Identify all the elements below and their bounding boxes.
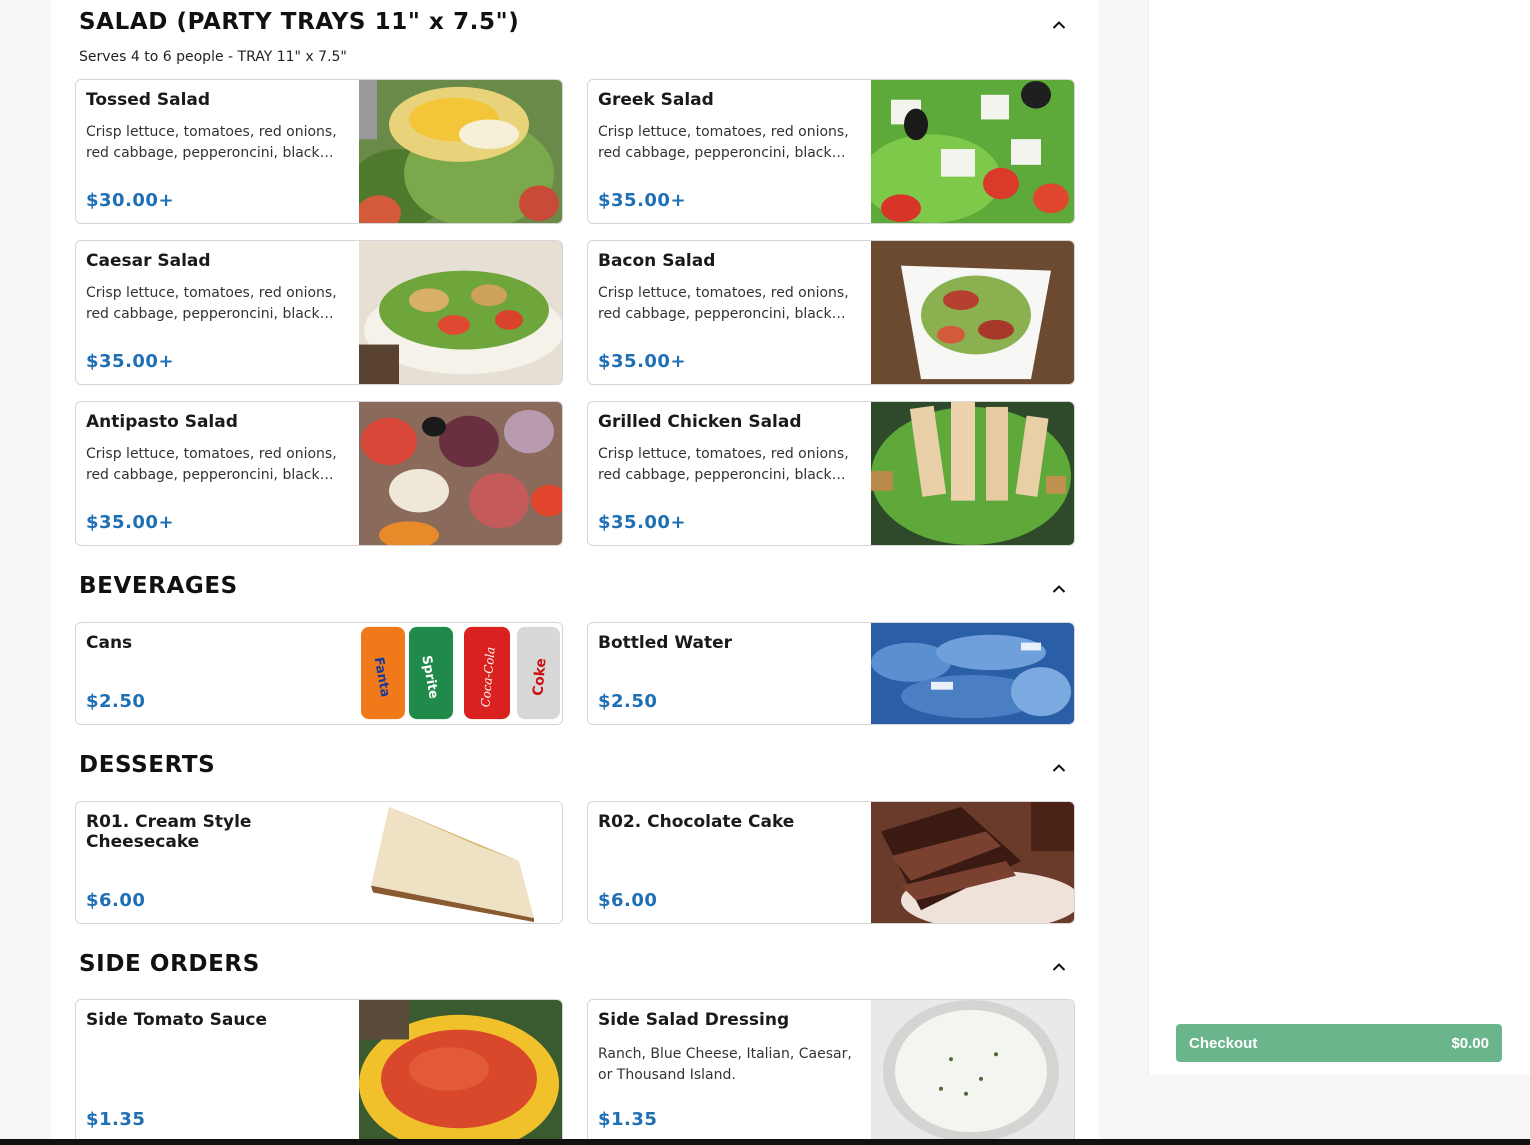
- menu-item-card[interactable]: Caesar Salad Crisp lettuce, tomatoes, re…: [75, 240, 563, 385]
- antipasto-salad-image: [359, 402, 562, 545]
- item-name: Bottled Water: [598, 633, 732, 653]
- bottled-water-image: [871, 623, 1074, 724]
- item-description: Crisp lettuce, tomatoes, red onions, red…: [86, 285, 337, 322]
- item-price: $1.35: [86, 1109, 146, 1130]
- item-name: Cans: [86, 633, 133, 653]
- item-name: Caesar Salad: [86, 251, 211, 271]
- menu-item-card[interactable]: Grilled Chicken Salad Crisp lettuce, tom…: [587, 401, 1075, 546]
- card-text: Greek Salad Crisp lettuce, tomatoes, red…: [598, 90, 866, 213]
- item-name: Side Salad Dressing: [598, 1010, 790, 1030]
- item-price: $2.50: [86, 691, 146, 712]
- item-name: Greek Salad: [598, 90, 714, 110]
- menu-item-card[interactable]: Side Salad Dressing Ranch, Blue Cheese, …: [587, 999, 1075, 1145]
- item-price: $6.00: [86, 890, 146, 911]
- card-text: R02. Chocolate Cake $6.00: [598, 812, 866, 913]
- card-text: Bacon Salad Crisp lettuce, tomatoes, red…: [598, 251, 866, 374]
- bacon-salad-image: [871, 241, 1074, 384]
- chevron-up-icon: [1052, 963, 1066, 971]
- item-name: R01. Cream Style Cheesecake: [86, 812, 252, 852]
- collapse-side-orders-button[interactable]: [1047, 955, 1071, 979]
- chevron-up-icon: [1052, 21, 1066, 29]
- bottom-edge: [0, 1139, 1530, 1145]
- item-price: $35.00+: [86, 512, 175, 533]
- menu-item-card[interactable]: Bottled Water $2.50: [587, 622, 1075, 725]
- tomato-sauce-image: [359, 1000, 562, 1144]
- caesar-salad-image: [359, 241, 562, 384]
- chevron-up-icon: [1052, 764, 1066, 772]
- section-header-beverages: BEVERAGES: [79, 573, 1071, 599]
- tossed-salad-image: [359, 80, 562, 223]
- item-price: $1.35: [598, 1109, 658, 1130]
- checkout-label: Checkout: [1189, 1034, 1258, 1052]
- item-price: $35.00+: [598, 512, 687, 533]
- item-price: $35.00+: [86, 351, 175, 372]
- section-title: SALAD (PARTY TRAYS 11" x 7.5"): [79, 9, 520, 35]
- menu-item-card[interactable]: Greek Salad Crisp lettuce, tomatoes, red…: [587, 79, 1075, 224]
- greek-salad-image: [871, 80, 1074, 223]
- card-text: Caesar Salad Crisp lettuce, tomatoes, re…: [86, 251, 354, 374]
- menu-item-card[interactable]: Side Tomato Sauce $1.35: [75, 999, 563, 1145]
- menu-item-card[interactable]: R02. Chocolate Cake $6.00: [587, 801, 1075, 924]
- cart-total: $0.00: [1451, 1034, 1489, 1052]
- menu-item-card[interactable]: Antipasto Salad Crisp lettuce, tomatoes,…: [75, 401, 563, 546]
- chocolate-cake-image: [871, 802, 1074, 923]
- cheesecake-image: [359, 802, 562, 923]
- section-header-desserts: DESSERTS: [79, 752, 1071, 778]
- item-description: Crisp lettuce, tomatoes, red onions, red…: [598, 285, 849, 322]
- item-price: $35.00+: [598, 351, 687, 372]
- item-description: Crisp lettuce, tomatoes, red onions, red…: [86, 124, 337, 161]
- section-title: SIDE ORDERS: [79, 951, 260, 977]
- salad-dressing-image: [871, 1000, 1074, 1144]
- menu-item-card[interactable]: Bacon Salad Crisp lettuce, tomatoes, red…: [587, 240, 1075, 385]
- card-text: Antipasto Salad Crisp lettuce, tomatoes,…: [86, 412, 354, 535]
- chevron-up-icon: [1052, 585, 1066, 593]
- collapse-beverages-button[interactable]: [1047, 577, 1071, 601]
- item-name: Grilled Chicken Salad: [598, 412, 802, 432]
- collapse-desserts-button[interactable]: [1047, 756, 1071, 780]
- card-text: R01. Cream Style Cheesecake $6.00: [86, 812, 354, 913]
- item-description: Ranch, Blue Cheese, Italian, Caesar, or …: [598, 1046, 852, 1083]
- item-description: Crisp lettuce, tomatoes, red onions, red…: [598, 446, 849, 483]
- section-header-side-orders: SIDE ORDERS: [79, 951, 1071, 977]
- card-text: Side Tomato Sauce $1.35: [86, 1010, 354, 1132]
- card-text: Side Salad Dressing Ranch, Blue Cheese, …: [598, 1010, 866, 1132]
- item-price: $30.00+: [86, 190, 175, 211]
- checkout-button[interactable]: Checkout $0.00: [1176, 1024, 1502, 1062]
- grilled-chicken-salad-image: [871, 402, 1074, 545]
- menu-item-card[interactable]: R01. Cream Style Cheesecake $6.00: [75, 801, 563, 924]
- card-text: Tossed Salad Crisp lettuce, tomatoes, re…: [86, 90, 354, 213]
- item-name: R02. Chocolate Cake: [598, 812, 795, 832]
- can-label-coke: Coke: [530, 658, 549, 697]
- item-name: Tossed Salad: [86, 90, 211, 110]
- card-text: Bottled Water $2.50: [598, 633, 866, 714]
- item-description: Crisp lettuce, tomatoes, red onions, red…: [86, 446, 337, 483]
- collapse-salad-button[interactable]: [1047, 13, 1071, 37]
- item-name: Side Tomato Sauce: [86, 1010, 268, 1030]
- item-name: Antipasto Salad: [86, 412, 238, 432]
- item-price: $6.00: [598, 890, 658, 911]
- menu-item-card[interactable]: Tossed Salad Crisp lettuce, tomatoes, re…: [75, 79, 563, 224]
- section-subtitle: Serves 4 to 6 people - TRAY 11" x 7.5": [79, 49, 347, 65]
- cans-image: Fanta Sprite Coca-Cola Coke: [359, 623, 562, 724]
- menu-item-card[interactable]: Cans $2.50 Fanta Sprite Coca-Cola Coke: [75, 622, 563, 725]
- menu-column: SALAD (PARTY TRAYS 11" x 7.5") Serves 4 …: [51, 0, 1099, 1145]
- item-description: Crisp lettuce, tomatoes, red onions, red…: [598, 124, 849, 161]
- item-name: Bacon Salad: [598, 251, 716, 271]
- card-text: Cans $2.50: [86, 633, 354, 714]
- section-header-salad: SALAD (PARTY TRAYS 11" x 7.5") Serves 4 …: [79, 9, 1071, 65]
- card-text: Grilled Chicken Salad Crisp lettuce, tom…: [598, 412, 866, 535]
- item-price: $2.50: [598, 691, 658, 712]
- section-title: DESSERTS: [79, 752, 216, 778]
- item-price: $35.00+: [598, 190, 687, 211]
- cart-panel: [1148, 0, 1530, 1075]
- section-title: BEVERAGES: [79, 573, 238, 599]
